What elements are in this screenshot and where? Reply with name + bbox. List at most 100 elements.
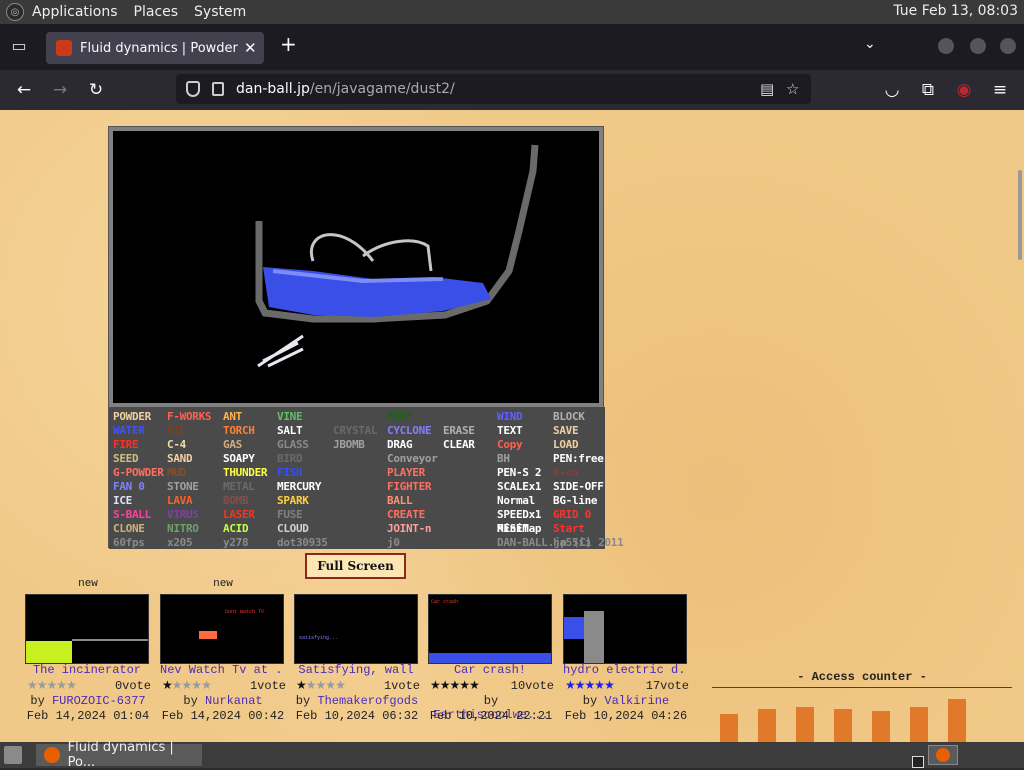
element-button[interactable]: G-POWDER <box>113 466 164 479</box>
card-title-link[interactable]: hydro electric d... <box>563 663 687 677</box>
thumbnail[interactable] <box>25 594 149 664</box>
element-button[interactable]: SAVE <box>553 424 579 437</box>
element-button[interactable]: Start <box>553 522 585 535</box>
element-button[interactable]: BG-line <box>553 494 598 507</box>
author-link[interactable]: FUROZOIC-6377 <box>52 694 146 708</box>
element-button[interactable]: BLOCK <box>553 410 585 423</box>
element-button[interactable]: ANT <box>223 410 242 423</box>
rating-stars[interactable]: ★★★★★ <box>430 678 480 693</box>
author-link[interactable]: Valkirine <box>604 694 669 708</box>
element-button[interactable]: CREATE <box>387 508 425 521</box>
element-button[interactable]: SALT <box>277 424 303 437</box>
element-button[interactable]: TEXT <box>497 424 523 437</box>
element-button[interactable]: C-4 <box>167 438 186 451</box>
back-icon[interactable]: ← <box>14 80 34 100</box>
element-button[interactable]: BH <box>497 452 510 465</box>
extensions-icon[interactable]: ⧉ <box>918 80 938 100</box>
element-button[interactable]: SPEEDx1 <box>497 508 542 521</box>
element-button[interactable]: CLEAR <box>443 438 475 451</box>
element-button[interactable]: ERASE <box>443 424 475 437</box>
element-button[interactable]: MUD <box>167 466 186 479</box>
element-button[interactable]: F-WORKS <box>167 410 212 423</box>
element-button[interactable]: Copy <box>497 438 523 451</box>
thumbnail[interactable]: Dont Watch TV <box>160 594 284 664</box>
element-button[interactable]: 0-on <box>553 466 579 479</box>
tab-active[interactable]: Fluid dynamics | Powder Game ✕ <box>46 32 264 64</box>
element-button[interactable]: FIRE <box>113 438 139 451</box>
element-button[interactable]: Conveyor <box>387 452 438 465</box>
element-button[interactable]: SPARK <box>277 494 309 507</box>
close-tab-icon[interactable]: ✕ <box>244 39 257 57</box>
element-button[interactable]: Normal <box>497 494 535 507</box>
scrollbar-thumb[interactable] <box>1018 170 1022 260</box>
element-button[interactable]: JBOMB <box>333 438 365 451</box>
show-desktop-icon[interactable] <box>4 746 22 764</box>
element-button[interactable]: GLASS <box>277 438 309 451</box>
chevron-down-icon[interactable]: ⌄ <box>864 36 876 52</box>
element-button[interactable]: SEED <box>113 452 139 465</box>
thumbnail[interactable] <box>563 594 687 664</box>
element-button[interactable]: SOAPY <box>223 452 255 465</box>
element-button[interactable]: BOMB <box>223 494 249 507</box>
element-button[interactable]: PEN-S 2 <box>497 466 542 479</box>
element-button[interactable]: FISH <box>277 466 303 479</box>
thumbnail[interactable]: satisfying... <box>294 594 418 664</box>
hamburger-menu-icon[interactable]: ≡ <box>990 80 1010 100</box>
lock-icon[interactable] <box>212 82 224 96</box>
rating-stars[interactable]: ★★★★★ <box>162 678 212 693</box>
element-button[interactable]: FIGHTER <box>387 480 432 493</box>
element-button[interactable]: BIRD <box>277 452 303 465</box>
forward-icon[interactable]: → <box>50 80 70 100</box>
element-button[interactable]: SCALEx1 <box>497 480 542 493</box>
game-canvas[interactable] <box>113 131 599 403</box>
reload-icon[interactable]: ↻ <box>86 80 106 100</box>
element-button[interactable]: LASER <box>223 508 255 521</box>
element-button[interactable]: ACID <box>223 522 249 535</box>
element-button[interactable]: METAL <box>223 480 255 493</box>
element-button[interactable]: FAN 0 <box>113 480 145 493</box>
window-maximize-icon[interactable] <box>970 38 986 54</box>
clock[interactable]: Tue Feb 13, 08:03 <box>893 3 1018 19</box>
element-button[interactable]: STONE <box>167 480 199 493</box>
tray-firefox-button[interactable] <box>928 745 958 765</box>
element-button[interactable]: GAS <box>223 438 242 451</box>
thumbnail[interactable]: Car crash <box>428 594 552 664</box>
element-button[interactable]: CYCLONE <box>387 424 432 437</box>
author-link[interactable]: Themakerofgods <box>317 694 418 708</box>
card-title-link[interactable]: Nev Watch Tv at ... <box>160 663 284 677</box>
element-button[interactable]: THUNDER <box>223 466 268 479</box>
element-button[interactable]: CLOUD <box>277 522 309 535</box>
element-button[interactable]: NITRO <box>167 522 199 535</box>
element-button[interactable]: WATER <box>113 424 145 437</box>
element-button[interactable]: POWDER <box>113 410 151 423</box>
element-button[interactable]: LAVA <box>167 494 193 507</box>
window-close-icon[interactable] <box>1000 38 1016 54</box>
menu-applications[interactable]: Applications <box>24 4 126 20</box>
menu-system[interactable]: System <box>186 4 254 20</box>
menu-places[interactable]: Places <box>126 4 187 20</box>
element-button[interactable]: JOINT-n <box>387 522 432 535</box>
element-button[interactable]: S-BALL <box>113 508 151 521</box>
element-button[interactable]: GRID 0 <box>553 508 591 521</box>
element-button[interactable]: CRYSTAL <box>333 424 378 437</box>
element-button[interactable]: SAND <box>167 452 193 465</box>
rating-stars[interactable]: ★★★★★ <box>296 678 346 693</box>
pocket-icon[interactable]: ◡ <box>882 80 902 100</box>
card-title-link[interactable]: Satisfying, wall <box>294 663 418 677</box>
new-tab-icon[interactable]: + <box>280 32 297 56</box>
rating-stars[interactable]: ★★★★★ <box>27 678 77 693</box>
element-button[interactable]: SIDE-OFF <box>553 480 604 493</box>
element-button[interactable]: VIRUS <box>167 508 199 521</box>
reader-view-icon[interactable]: ▤ <box>760 80 774 98</box>
taskbar-window-button[interactable]: Fluid dynamics | Po... <box>36 740 202 770</box>
element-button[interactable]: FUSE <box>277 508 303 521</box>
full-screen-button[interactable]: Full Screen <box>305 553 406 579</box>
element-button[interactable]: MERCURY <box>277 480 322 493</box>
element-button[interactable]: ICE <box>113 494 132 507</box>
window-minimize-icon[interactable] <box>938 38 954 54</box>
element-button[interactable]: BALL <box>387 494 413 507</box>
element-button[interactable]: PEN:free <box>553 452 604 465</box>
element-button[interactable]: OIL <box>167 424 186 437</box>
element-button[interactable]: PLAYER <box>387 466 425 479</box>
shield-icon[interactable] <box>186 81 200 97</box>
